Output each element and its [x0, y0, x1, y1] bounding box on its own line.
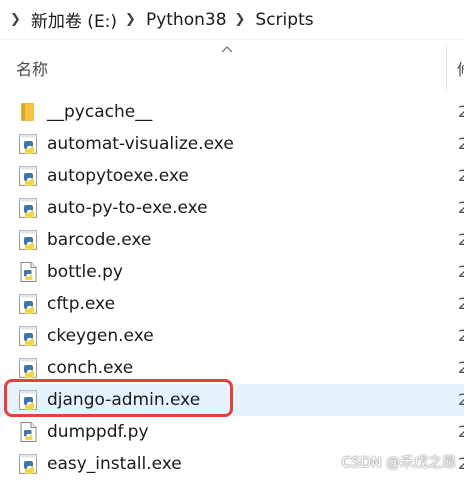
file-name: django-admin.exe [47, 390, 201, 410]
file-name: automat-visualize.exe [47, 134, 234, 154]
file-list: __pycache__ 2 automat-visualize.exe 2 autopy… [0, 96, 464, 480]
breadcrumb-item-drive[interactable]: 新加卷 (E:) [29, 7, 119, 32]
python-exe-icon [18, 357, 40, 379]
python-exe-icon [18, 165, 40, 187]
python-exe-icon [18, 389, 40, 411]
column-header-date[interactable]: 修 [457, 40, 464, 96]
python-exe-icon [18, 453, 40, 475]
file-row[interactable]: __pycache__ 2 [0, 96, 464, 128]
column-divider[interactable] [446, 46, 447, 90]
file-date: 2 [458, 230, 464, 249]
watermark: CSDN @禾戊之昂 [341, 455, 456, 471]
python-exe-icon [18, 197, 40, 219]
file-date: 2 [458, 358, 464, 377]
chevron-right-icon[interactable]: ❯ [119, 12, 144, 27]
breadcrumb: ❯ 新加卷 (E:) ❯ Python38 ❯ Scripts [4, 0, 316, 39]
file-row[interactable]: dumppdf.py 2 [0, 416, 464, 448]
file-date: 2 [458, 166, 464, 185]
python-exe-icon [18, 325, 40, 347]
file-row[interactable]: barcode.exe 2 [0, 224, 464, 256]
file-date: 2 [458, 390, 464, 409]
file-name: auto-py-to-exe.exe [47, 198, 208, 218]
python-exe-icon [18, 293, 40, 315]
file-row[interactable]: conch.exe 2 [0, 352, 464, 384]
file-date: 2 [458, 134, 464, 153]
file-date: 2 [458, 102, 464, 121]
file-name: bottle.py [47, 262, 123, 282]
file-row[interactable]: bottle.py 2 [0, 256, 464, 288]
file-date: 2 [458, 454, 464, 473]
python-exe-icon [18, 133, 40, 155]
file-row[interactable]: auto-py-to-exe.exe 2 [0, 192, 464, 224]
file-date: 2 [458, 198, 464, 217]
file-row[interactable]: cftp.exe 2 [0, 288, 464, 320]
file-name: barcode.exe [47, 230, 152, 250]
column-header-date-label: 修 [457, 56, 464, 80]
file-date: 2 [458, 326, 464, 345]
file-row[interactable]: django-admin.exe 2 [0, 384, 464, 416]
chevron-right-icon[interactable]: ❯ [4, 12, 29, 27]
file-name: autopytoexe.exe [47, 166, 189, 186]
breadcrumb-item-python38[interactable]: Python38 [144, 10, 229, 30]
file-name: dumppdf.py [47, 422, 149, 442]
file-date: 2 [458, 422, 464, 441]
file-name: conch.exe [47, 358, 134, 378]
file-row[interactable]: autopytoexe.exe 2 [0, 160, 464, 192]
file-name: easy_install.exe [47, 454, 182, 474]
file-row[interactable]: automat-visualize.exe 2 [0, 128, 464, 160]
file-name: __pycache__ [47, 102, 153, 122]
breadcrumb-item-scripts[interactable]: Scripts [253, 10, 315, 30]
python-exe-icon [18, 229, 40, 251]
file-date: 2 [458, 294, 464, 313]
sort-ascending-icon [221, 46, 233, 53]
folder-icon [18, 101, 40, 123]
python-file-icon [18, 421, 40, 443]
chevron-right-icon[interactable]: ❯ [229, 12, 254, 27]
file-name: cftp.exe [47, 294, 116, 314]
file-date: 2 [458, 262, 464, 281]
file-row[interactable]: ckeygen.exe 2 [0, 320, 464, 352]
python-file-icon [18, 261, 40, 283]
column-header: 名称 修 [0, 40, 464, 96]
column-header-name-label: 名称 [16, 60, 49, 79]
file-name: ckeygen.exe [47, 326, 154, 346]
address-bar[interactable]: ❯ 新加卷 (E:) ❯ Python38 ❯ Scripts [0, 0, 464, 40]
